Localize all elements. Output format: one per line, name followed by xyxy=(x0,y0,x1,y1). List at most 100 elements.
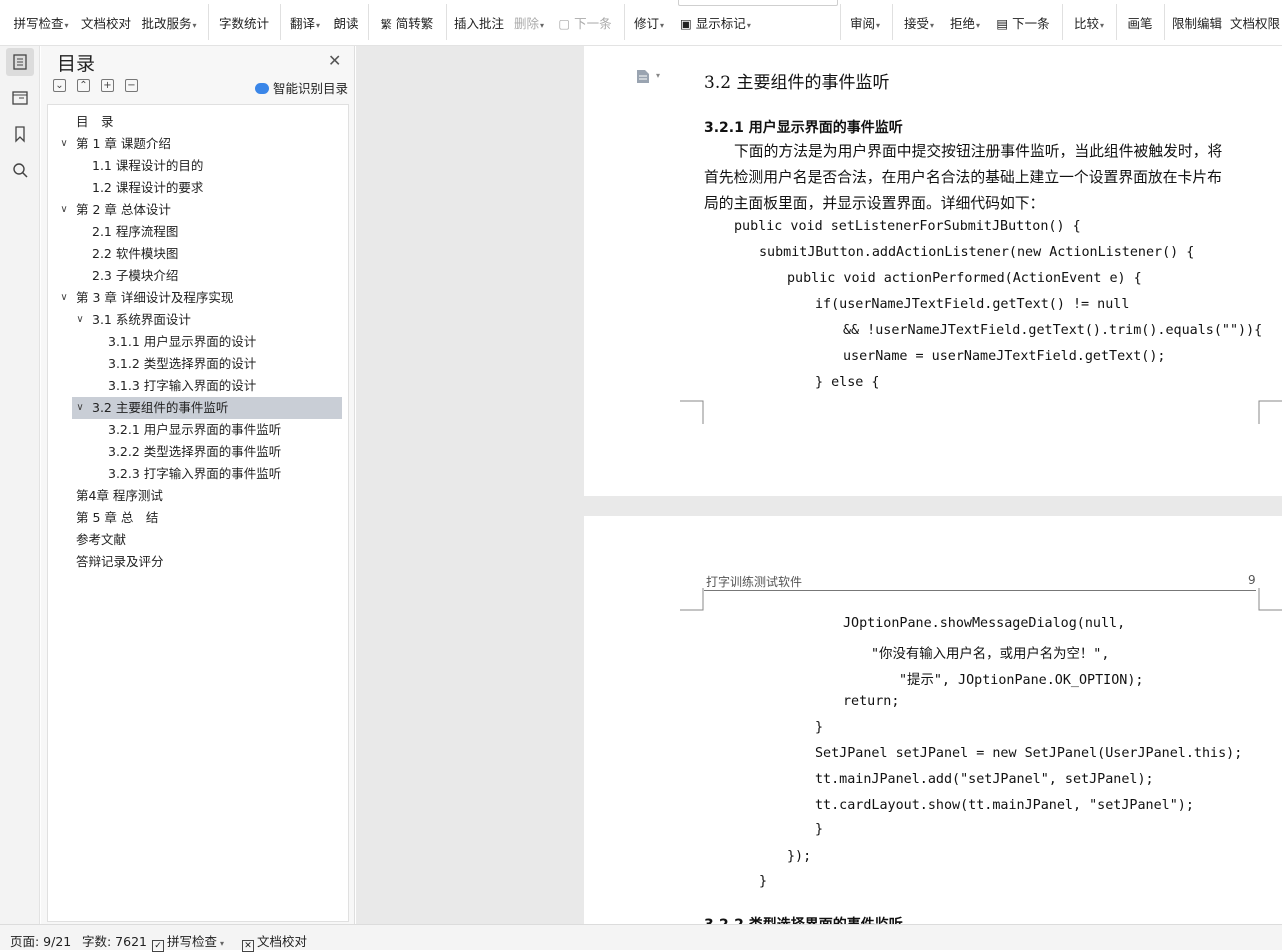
read-aloud-button[interactable]: 朗读 xyxy=(330,0,362,44)
status-spell-check[interactable]: ✓ 拼写检查 ▾ xyxy=(152,931,224,952)
chevron-down-icon[interactable]: ∨ xyxy=(74,309,86,331)
toc-item[interactable]: 3.2.1 用户显示界面的事件监听 xyxy=(48,419,348,441)
code-line: return; xyxy=(843,694,900,709)
search-button[interactable] xyxy=(6,156,34,184)
code-line: submitJButton.addActionListener(new Acti… xyxy=(759,245,1195,260)
show-markup-button[interactable]: ▣ 显示标记▾ xyxy=(680,0,760,44)
status-bar: 页面: 9/21 字数: 7621 ✓ 拼写检查 ▾ ✕ 文档校对 xyxy=(0,924,1282,952)
next-comment-button[interactable]: ▢ 下一条 xyxy=(554,0,616,44)
toc-item[interactable]: 2.1 程序流程图 xyxy=(48,221,348,243)
ai-icon xyxy=(255,83,269,94)
add-heading-icon[interactable]: + xyxy=(101,79,114,92)
next-change-button[interactable]: ▤ 下一条 xyxy=(992,0,1054,44)
doc-proof-button[interactable]: 文档校对 xyxy=(80,0,132,44)
word-count-indicator[interactable]: 字数: 7621 xyxy=(82,931,147,950)
collapse-all-icon[interactable]: ⌄ xyxy=(53,79,66,92)
toc-item[interactable]: 第 5 章 总 结 xyxy=(48,507,348,529)
toc-item[interactable]: 2.2 软件模块图 xyxy=(48,243,348,265)
toc-item[interactable]: 目 录 xyxy=(48,111,348,133)
toc-item[interactable]: 第4章 程序测试 xyxy=(48,485,348,507)
crop-mark xyxy=(680,400,704,424)
toc-panel-button[interactable] xyxy=(6,48,34,76)
toc-item[interactable]: 1.1 课程设计的目的 xyxy=(48,155,348,177)
toc-item[interactable]: ∨ 3.1 系统界面设计 xyxy=(48,309,348,331)
chevron-down-icon: ▾ xyxy=(220,939,225,948)
bookmark-icon xyxy=(15,126,25,143)
toc-icon xyxy=(13,54,27,70)
toc-list: 目 录 ∨ 第 1 章 课题介绍 1.1 课程设计的目的 1.2 课程设计的要求 … xyxy=(47,104,349,922)
crop-mark xyxy=(1258,588,1282,611)
close-icon[interactable]: ✕ xyxy=(328,51,341,70)
toc-item-selected[interactable]: ∨ 3.2 主要组件的事件监听 xyxy=(72,397,342,419)
simplified-to-traditional-button[interactable]: 繁 简转繁 xyxy=(376,0,438,44)
code-line: SetJPanel setJPanel = new SetJPanel(User… xyxy=(815,746,1243,761)
toc-item[interactable]: 3.1.2 类型选择界面的设计 xyxy=(48,353,348,375)
chevron-down-icon[interactable]: ▾ xyxy=(656,71,660,80)
pen-button[interactable]: 画笔 xyxy=(1124,0,1156,44)
toc-panel: 目录 ✕ ⌄ ⌃ + − 智能识别目录 目 录 ∨ 第 1 章 课题介绍 1.1 … xyxy=(41,46,355,924)
chevron-down-icon[interactable]: ∨ xyxy=(58,199,70,221)
spell-check-button[interactable]: 拼写检查▾ xyxy=(10,0,72,44)
restrict-editing-button[interactable]: 限制编辑 xyxy=(1170,0,1224,44)
crop-mark xyxy=(1258,400,1282,424)
subsection-heading: 3.2.1 用户显示界面的事件监听 xyxy=(704,120,903,136)
code-line: public void actionPerformed(ActionEvent … xyxy=(787,271,1142,286)
expand-up-icon[interactable]: ⌃ xyxy=(77,79,90,92)
code-line: } else { xyxy=(815,375,880,390)
insert-comment-button[interactable]: 插入批注 xyxy=(452,0,506,44)
reject-button[interactable]: 拒绝▾ xyxy=(946,0,984,44)
toc-item[interactable]: 3.2.3 打字输入界面的事件监听 xyxy=(48,463,348,485)
delete-comment-button[interactable]: 删除▾ xyxy=(510,0,548,44)
toc-item[interactable]: 3.2.2 类型选择界面的事件监听 xyxy=(48,441,348,463)
ribbon-toolbar: 拼写检查▾ 文档校对 批改服务▾ 字数统计 翻译▾ 朗读 繁 简转繁 插入批注 … xyxy=(0,0,1282,46)
toc-item[interactable]: 3.1.1 用户显示界面的设计 xyxy=(48,331,348,353)
code-line: tt.cardLayout.show(tt.mainJPanel, "setJP… xyxy=(815,798,1194,813)
accept-button[interactable]: 接受▾ xyxy=(900,0,938,44)
check-icon: ✓ xyxy=(152,940,164,952)
navigation-rail xyxy=(0,46,40,924)
status-doc-proof[interactable]: ✕ 文档校对 xyxy=(242,931,307,952)
code-line: tt.mainJPanel.add("setJPanel", setJPanel… xyxy=(815,772,1154,787)
code-line: userName = userNameJTextField.getText(); xyxy=(843,349,1166,364)
chevron-down-icon[interactable]: ∨ xyxy=(58,287,70,309)
page-indicator[interactable]: 页面: 9/21 xyxy=(10,931,71,950)
document-page[interactable] xyxy=(584,516,1282,924)
toc-item[interactable]: 3.1.3 打字输入界面的设计 xyxy=(48,375,348,397)
next-change-icon: ▤ xyxy=(996,16,1009,31)
paragraph-line: 首先检测用户名是否合法，在用户名合法的基础上建立一个设置界面放在卡片布 xyxy=(704,169,1222,186)
page-header-title: 打字训练测试软件 xyxy=(706,575,803,589)
toc-item[interactable]: ∨ 第 2 章 总体设计 xyxy=(48,199,348,221)
chapter-nav-button[interactable] xyxy=(6,84,34,112)
toc-item[interactable]: ∨ 第 1 章 课题介绍 xyxy=(48,133,348,155)
toc-item[interactable]: ∨ 第 3 章 详细设计及程序实现 xyxy=(48,287,348,309)
code-line: && !userNameJTextField.getText().trim().… xyxy=(843,323,1263,338)
review-service-button[interactable]: 批改服务▾ xyxy=(138,0,200,44)
code-line: public void setListenerForSubmitJButton(… xyxy=(734,219,1081,234)
word-count-button[interactable]: 字数统计 xyxy=(216,0,272,44)
toc-item[interactable]: 答辩记录及评分 xyxy=(48,551,348,573)
code-line: if(userNameJTextField.getText() != null xyxy=(815,297,1130,312)
toc-title: 目录 xyxy=(57,53,96,75)
code-line: } xyxy=(815,720,824,735)
toc-item[interactable]: 参考文献 xyxy=(48,529,348,551)
page-clip: 3.2.2 类型选择界面的事件监听 xyxy=(584,900,1282,924)
markup-icon: ▣ xyxy=(680,16,692,31)
chevron-down-icon[interactable]: ∨ xyxy=(74,397,86,419)
bookmark-button[interactable] xyxy=(6,120,34,148)
code-line: "提示", JOptionPane.OK_OPTION); xyxy=(899,673,1144,688)
section-heading: 3.2 主要组件的事件监听 xyxy=(704,73,890,93)
compare-button[interactable]: 比较▾ xyxy=(1070,0,1108,44)
document-outline-icon[interactable] xyxy=(636,69,650,84)
track-changes-button[interactable]: 修订▾ xyxy=(630,0,668,44)
translate-button[interactable]: 翻译▾ xyxy=(286,0,324,44)
search-icon xyxy=(13,163,28,178)
doc-permission-button[interactable]: 文档权限 xyxy=(1228,0,1282,44)
toc-item[interactable]: 1.2 课程设计的要求 xyxy=(48,177,348,199)
remove-heading-icon[interactable]: − xyxy=(125,79,138,92)
review-pane-button[interactable]: 审阅▾ xyxy=(846,0,884,44)
toc-item[interactable]: 2.3 子模块介绍 xyxy=(48,265,348,287)
subsection-heading: 3.2.2 类型选择界面的事件监听 xyxy=(704,914,903,924)
code-line: } xyxy=(815,822,824,837)
smart-toc-button[interactable]: 智能识别目录 xyxy=(255,78,348,97)
chevron-down-icon[interactable]: ∨ xyxy=(58,133,70,155)
